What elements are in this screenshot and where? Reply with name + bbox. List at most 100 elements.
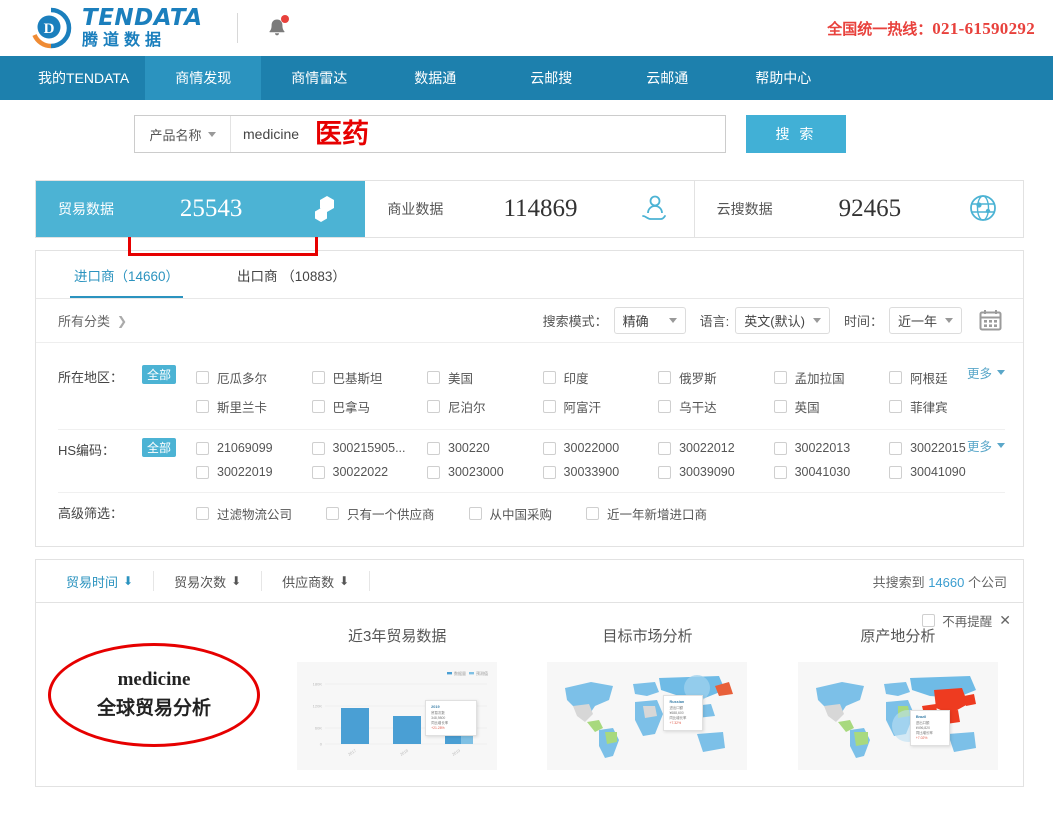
region-all-badge[interactable]: 全部 [142, 365, 176, 384]
notification-bell-button[interactable] [264, 15, 290, 41]
region-option[interactable]: 尼泊尔 [427, 392, 543, 421]
checkbox-icon[interactable] [468, 507, 482, 520]
checkbox-icon[interactable] [773, 371, 787, 384]
world-map-thumbnail[interactable]: Russian 进出口额 ¥688,600 同比增长率 +7.32% [547, 662, 748, 770]
stat-card-trade-data[interactable]: 贸易数据 25543 [36, 181, 366, 237]
nav-item-help-center[interactable]: 帮助中心 [725, 56, 841, 100]
checkbox-icon[interactable] [542, 465, 556, 479]
nav-item-business-discovery[interactable]: 商情发现 [145, 56, 262, 100]
stat-card-cloud-search-data[interactable]: 云搜数据 92465 [694, 181, 1023, 237]
stat-card-business-data[interactable]: 商业数据 114869 [365, 181, 695, 237]
search-mode-select[interactable]: 精确 [613, 307, 686, 334]
checkbox-icon[interactable] [427, 400, 441, 413]
nav-item-cloud-mail-search[interactable]: 云邮搜 [493, 56, 609, 100]
checkbox-icon[interactable] [922, 614, 936, 627]
hs-code-option[interactable]: 21069099 [196, 436, 312, 460]
search-type-dropdown[interactable]: 产品名称 [135, 116, 231, 152]
checkbox-icon[interactable] [658, 465, 672, 479]
hs-code-option[interactable]: 300220 [427, 436, 543, 460]
hs-code-option[interactable]: 30023000 [427, 460, 543, 484]
checkbox-icon[interactable] [889, 441, 903, 455]
hs-code-option[interactable]: 300215905... [311, 436, 428, 460]
checkbox-icon[interactable] [311, 371, 325, 384]
hs-more-button[interactable]: 更多 [967, 436, 1005, 455]
promo-card-target-market[interactable]: 目标市场分析 Russian 进出口额 ¥688,600 同比增长率 +7.32… [522, 603, 772, 786]
advanced-option[interactable]: 从中国采购 [468, 499, 552, 528]
language-select[interactable]: 英文(默认) [735, 307, 830, 334]
checkbox-icon[interactable] [427, 465, 441, 479]
hs-code-option[interactable]: 30022013 [773, 436, 890, 460]
promo-card-origin[interactable]: 原产地分析 Brazil 进出口额 ¥496,820 同比增长率 +7.02% [773, 603, 1023, 786]
checkbox-icon[interactable] [889, 371, 903, 384]
region-option[interactable]: 印度 [542, 363, 659, 392]
checkbox-icon[interactable] [773, 465, 787, 479]
checkbox-icon[interactable] [889, 465, 903, 479]
region-more-button[interactable]: 更多 [967, 363, 1005, 382]
checkbox-icon[interactable] [196, 441, 209, 455]
hs-code-option[interactable]: 30039090 [658, 460, 774, 484]
nav-item-my-tendata[interactable]: 我的TENDATA [22, 56, 145, 100]
advanced-option[interactable]: 近一年新增进口商 [586, 499, 707, 528]
sort-trade-count[interactable]: 贸易次数 ⬇ [154, 571, 263, 591]
region-option[interactable]: 阿富汗 [542, 392, 659, 421]
region-option[interactable]: 美国 [427, 363, 543, 392]
checkbox-icon[interactable] [542, 400, 556, 413]
tab-importers[interactable]: 进口商（14660） [69, 251, 184, 298]
hs-code-option[interactable]: 30022022 [311, 460, 428, 484]
region-option[interactable]: 俄罗斯 [658, 363, 774, 392]
nav-item-data-hub[interactable]: 数据通 [377, 56, 493, 100]
close-icon[interactable]: ✕ [999, 612, 1011, 629]
search-button[interactable]: 搜 索 [746, 115, 846, 153]
promo-card-trade-data[interactable]: 近3年贸易数据 180K 120K 60K 0 2017 2018 2019 数… [272, 603, 522, 786]
nav-item-business-radar[interactable]: 商情雷达 [261, 56, 377, 100]
region-option[interactable]: 巴拿马 [311, 392, 428, 421]
sort-supplier-count[interactable]: 供应商数 ⬇ [262, 571, 371, 591]
tab-exporters[interactable]: 出口商 （10883） [237, 251, 346, 298]
checkbox-icon[interactable] [326, 507, 340, 520]
checkbox-icon[interactable] [196, 371, 209, 384]
hs-code-option[interactable]: 30022012 [658, 436, 774, 460]
sort-trade-time[interactable]: 贸易时间 ⬇ [46, 571, 155, 591]
search-input[interactable]: medicine [231, 116, 311, 152]
checkbox-icon[interactable] [773, 441, 787, 455]
checkbox-icon[interactable] [542, 441, 556, 455]
checkbox-icon[interactable] [586, 507, 600, 520]
region-option[interactable]: 英国 [773, 392, 890, 421]
checkbox-icon[interactable] [658, 441, 672, 455]
time-select[interactable]: 近一年 [888, 307, 962, 334]
region-option[interactable]: 巴基斯坦 [311, 363, 428, 392]
hs-code-option[interactable]: 30041030 [773, 460, 890, 484]
dismiss-label[interactable]: 不再提醒 [942, 611, 992, 630]
checkbox-icon[interactable] [196, 507, 209, 520]
hs-code-option[interactable]: 30022019 [196, 460, 312, 484]
bar-chart-thumbnail[interactable]: 180K 120K 60K 0 2017 2018 2019 数据量 预测值 2… [297, 662, 498, 770]
region-option[interactable]: 乌干达 [658, 392, 774, 421]
checkbox-icon[interactable] [427, 371, 441, 384]
checkbox-icon[interactable] [196, 465, 209, 479]
checkbox-icon[interactable] [427, 441, 441, 455]
region-option[interactable]: 菲律宾 [889, 392, 1005, 421]
checkbox-icon[interactable] [311, 465, 325, 479]
advanced-option[interactable]: 只有一个供应商 [326, 499, 435, 528]
hs-code-option[interactable]: 30033900 [542, 460, 659, 484]
checkbox-icon[interactable] [773, 400, 787, 413]
checkbox-icon[interactable] [196, 400, 209, 413]
checkbox-icon[interactable] [542, 371, 556, 384]
checkbox-icon[interactable] [889, 400, 903, 413]
advanced-option[interactable]: 过滤物流公司 [196, 499, 292, 528]
world-map-origin-thumbnail[interactable]: Brazil 进出口额 ¥496,820 同比增长率 +7.02% [797, 662, 998, 770]
checkbox-icon[interactable] [311, 400, 325, 413]
hs-code-option[interactable]: 30041090 [889, 460, 1005, 484]
region-option[interactable]: 孟加拉国 [773, 363, 890, 392]
nav-item-cloud-mail[interactable]: 云邮通 [609, 56, 725, 100]
region-option[interactable]: 厄瓜多尔 [196, 363, 312, 392]
hs-all-badge[interactable]: 全部 [142, 438, 176, 457]
checkbox-icon[interactable] [658, 400, 672, 413]
calendar-button[interactable] [976, 306, 1005, 335]
region-option[interactable]: 斯里兰卡 [196, 392, 312, 421]
checkbox-icon[interactable] [658, 371, 672, 384]
hs-code-option[interactable]: 30022000 [542, 436, 659, 460]
all-categories-link[interactable]: 所有分类 ❯ [58, 311, 127, 330]
brand-logo[interactable]: D TENDATA 腾道数据 [30, 7, 203, 49]
checkbox-icon[interactable] [311, 441, 325, 455]
